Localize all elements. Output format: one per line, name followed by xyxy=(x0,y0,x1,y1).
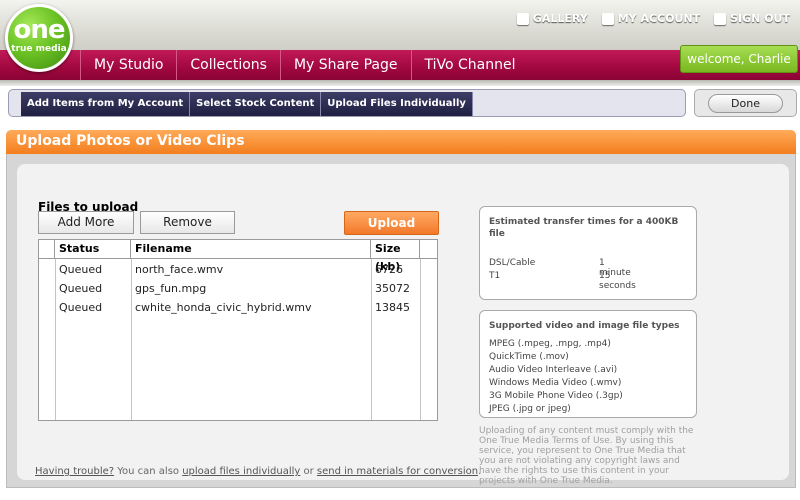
help-text-part: You can also xyxy=(114,466,183,477)
extra-column-header xyxy=(420,240,437,259)
row-size: 13845 xyxy=(375,301,410,314)
sign-out-icon xyxy=(714,12,727,25)
transfer-times-title: Estimated transfer times for a 400KB fil… xyxy=(489,217,679,239)
remove-button[interactable]: Remove xyxy=(140,211,235,234)
tab-collections[interactable]: Collections xyxy=(176,50,280,80)
panel-header: Upload Photos or Video Clips xyxy=(6,130,796,154)
logo-main-text: one xyxy=(13,15,65,45)
size-column-header[interactable]: Size (kb) xyxy=(371,240,420,273)
terms-notice: Uploading of any content must comply wit… xyxy=(479,426,694,486)
row-size: 6726 xyxy=(375,263,403,276)
tab-my-studio[interactable]: My Studio xyxy=(80,50,176,80)
table-row[interactable]: Queued cwhite_honda_civic_hybrid.wmv 138… xyxy=(39,298,437,317)
file-type-item: 3G Mobile Phone Video (.3gp) xyxy=(489,391,623,401)
panel-body: Files to upload Add More Remove Upload S… xyxy=(6,154,796,488)
account-icon xyxy=(601,12,614,25)
transfer-time: 15 seconds xyxy=(599,271,636,291)
welcome-badge: welcome, Charlie xyxy=(680,45,798,73)
gallery-label: GALLERY xyxy=(532,12,588,25)
nav-divider xyxy=(0,80,800,86)
row-filename: north_face.wmv xyxy=(135,263,224,276)
file-type-item: QuickTime (.mov) xyxy=(489,352,569,362)
transfer-times-box: Estimated transfer times for a 400KB fil… xyxy=(479,206,697,300)
connection-type: DSL/Cable xyxy=(489,258,536,268)
files-table[interactable]: Status Filename Size (kb) Queued north_f… xyxy=(38,239,438,421)
gallery-link[interactable]: GALLERY xyxy=(516,12,588,25)
tab-tivo-channel[interactable]: TiVo Channel xyxy=(410,50,529,80)
select-column-header[interactable] xyxy=(39,240,55,259)
my-account-link[interactable]: MY ACCOUNT xyxy=(601,12,701,25)
top-links: GALLERY MY ACCOUNT SIGN OUT xyxy=(516,12,790,25)
help-text: Having trouble? You can also upload file… xyxy=(35,466,481,477)
sign-out-link[interactable]: SIGN OUT xyxy=(714,12,790,25)
my-account-label: MY ACCOUNT xyxy=(617,12,701,25)
upload-area: Files to upload Add More Remove Upload S… xyxy=(17,164,789,486)
connection-type: T1 xyxy=(489,271,501,281)
row-filename: cwhite_honda_civic_hybrid.wmv xyxy=(135,301,312,314)
add-more-button[interactable]: Add More xyxy=(38,211,134,234)
transfer-row: T1 15 seconds xyxy=(489,271,636,291)
row-status: Queued xyxy=(59,263,103,276)
transfer-row: DSL/Cable 1 minute xyxy=(489,258,631,278)
file-type-item: Windows Media Video (.wmv) xyxy=(489,378,622,388)
done-container: Done xyxy=(694,89,797,117)
file-type-item: Audio Video Interleave (.avi) xyxy=(489,365,618,375)
row-filename: gps_fun.mpg xyxy=(135,282,207,295)
row-status: Queued xyxy=(59,301,103,314)
upload-individually-tab[interactable]: Upload Files Individually xyxy=(321,92,473,116)
add-items-tab[interactable]: Add Items from My Account xyxy=(21,92,191,116)
upload-individually-link[interactable]: upload files individually xyxy=(182,466,300,477)
file-type-item: MPEG (.mpeg, .mpg, .mp4) xyxy=(489,339,611,349)
logo-sub-text: true media xyxy=(11,44,67,54)
file-types-box: Supported video and image file types MPE… xyxy=(479,310,697,418)
table-row[interactable]: Queued gps_fun.mpg 35072 xyxy=(39,279,437,298)
row-size: 35072 xyxy=(375,282,410,295)
gallery-icon xyxy=(516,12,529,25)
table-row[interactable]: Queued north_face.wmv 6726 xyxy=(39,260,437,279)
send-materials-link[interactable]: send in materials for conversion xyxy=(317,466,478,477)
file-types-title: Supported video and image file types xyxy=(489,321,680,331)
tab-my-share-page[interactable]: My Share Page xyxy=(279,50,411,80)
select-stock-tab[interactable]: Select Stock Content xyxy=(190,92,322,116)
filename-column-header[interactable]: Filename xyxy=(131,240,371,259)
having-trouble-link[interactable]: Having trouble? xyxy=(35,466,114,477)
sign-out-label: SIGN OUT xyxy=(730,12,790,25)
upload-toolbar: Add Items from My Account Select Stock C… xyxy=(8,89,686,117)
done-button[interactable]: Done xyxy=(708,94,783,113)
one-true-media-logo[interactable]: one true media xyxy=(5,4,73,72)
upload-button[interactable]: Upload xyxy=(344,211,439,235)
help-text-part: or xyxy=(300,466,317,477)
status-column-header[interactable]: Status xyxy=(55,240,131,259)
file-type-item: JPEG (.jpg or jpeg) xyxy=(489,404,571,414)
row-status: Queued xyxy=(59,282,103,295)
page-title: Upload Photos or Video Clips xyxy=(16,133,245,149)
